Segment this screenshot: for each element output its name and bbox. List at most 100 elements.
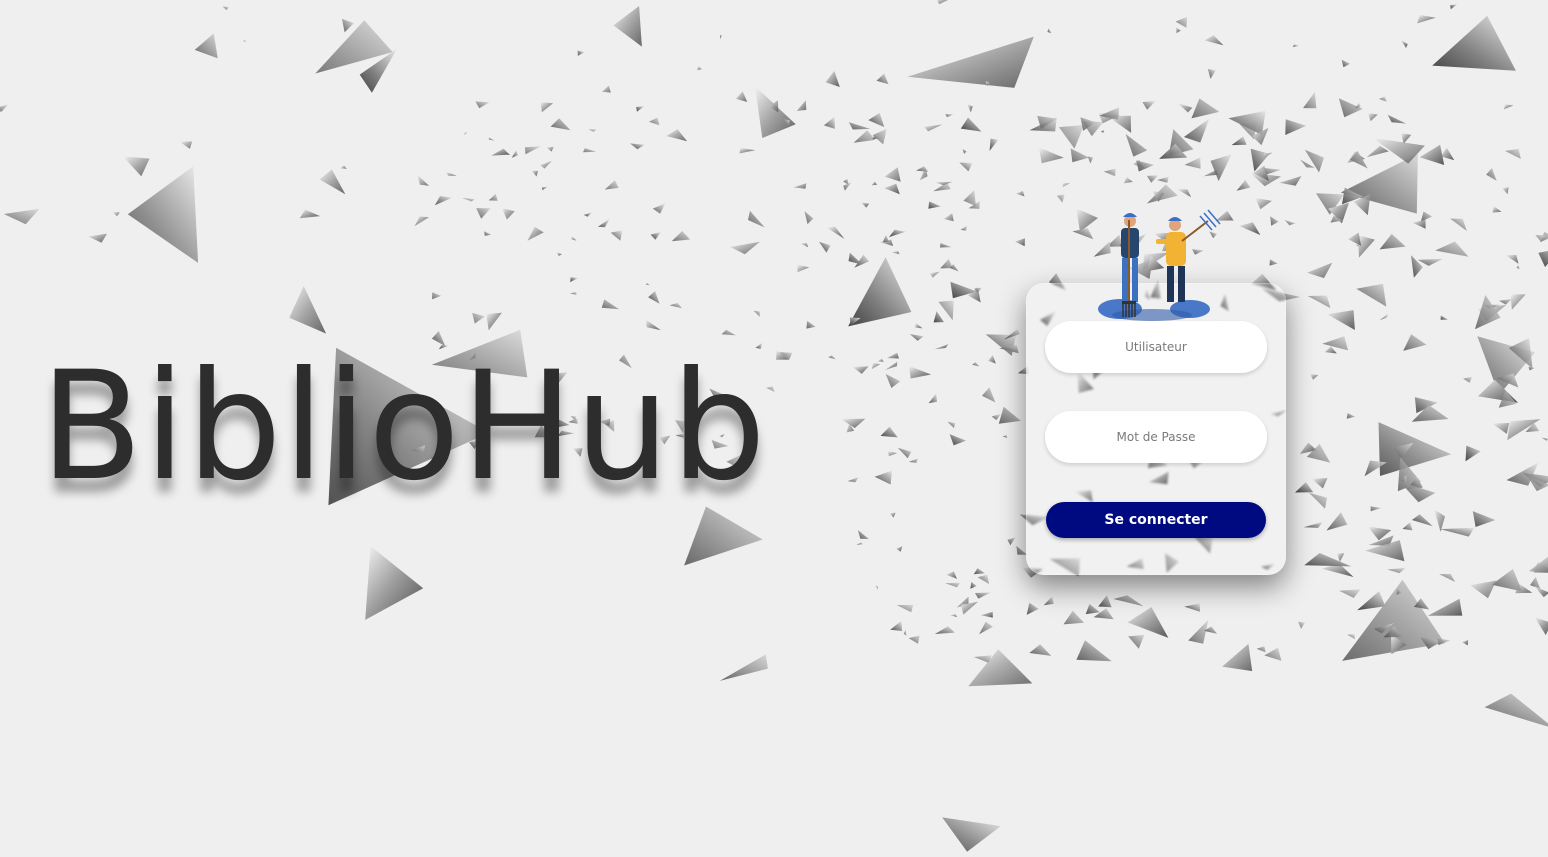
background-shard bbox=[942, 817, 1001, 852]
background-shard bbox=[1427, 598, 1463, 616]
background-shard bbox=[1338, 98, 1363, 118]
background-shard bbox=[909, 334, 924, 341]
background-shard bbox=[897, 447, 912, 459]
background-shard bbox=[981, 387, 996, 403]
background-shard bbox=[959, 162, 973, 172]
background-shard bbox=[1440, 527, 1475, 537]
background-shard bbox=[797, 264, 810, 273]
background-shard bbox=[1357, 591, 1386, 611]
background-shard bbox=[929, 271, 940, 278]
background-shard bbox=[848, 122, 871, 130]
background-shard bbox=[885, 361, 898, 371]
background-shard bbox=[887, 451, 898, 457]
background-shard bbox=[1177, 103, 1193, 113]
background-shard bbox=[884, 183, 900, 195]
background-shard bbox=[671, 231, 691, 242]
background-shard bbox=[1029, 644, 1052, 656]
background-shard bbox=[1420, 211, 1433, 222]
background-shard bbox=[472, 312, 485, 324]
background-shard bbox=[1339, 589, 1361, 598]
background-shard bbox=[684, 506, 763, 566]
background-shard bbox=[365, 546, 424, 620]
background-shard bbox=[1470, 580, 1497, 599]
background-shard bbox=[1462, 640, 1469, 646]
background-shard bbox=[1341, 59, 1351, 68]
password-input[interactable] bbox=[1045, 411, 1267, 463]
background-shard bbox=[991, 413, 1002, 421]
background-shard bbox=[666, 129, 688, 142]
background-shard bbox=[1026, 602, 1039, 615]
background-shard bbox=[243, 40, 247, 42]
background-shard bbox=[1347, 634, 1355, 640]
background-shard bbox=[1400, 39, 1408, 48]
background-shard bbox=[1285, 119, 1307, 135]
background-shard bbox=[934, 181, 953, 186]
background-shard bbox=[414, 216, 429, 227]
background-shard bbox=[1516, 265, 1520, 270]
background-shard bbox=[1231, 136, 1247, 146]
background-shard bbox=[847, 477, 859, 483]
background-shard bbox=[1303, 521, 1323, 528]
background-shard bbox=[909, 366, 932, 379]
background-shard bbox=[891, 251, 900, 255]
background-shard bbox=[852, 366, 869, 374]
background-shard bbox=[1128, 634, 1145, 649]
background-shard bbox=[980, 611, 993, 618]
background-shard bbox=[1505, 255, 1519, 264]
background-shard bbox=[796, 100, 807, 111]
username-input[interactable] bbox=[1045, 321, 1267, 373]
background-shard bbox=[541, 186, 548, 191]
background-shard bbox=[721, 329, 736, 336]
background-shard bbox=[806, 320, 816, 329]
login-button[interactable]: Se connecter bbox=[1046, 502, 1266, 538]
background-shard bbox=[1326, 512, 1348, 531]
background-shard bbox=[475, 101, 490, 109]
background-shard bbox=[826, 226, 845, 239]
background-shard bbox=[1100, 129, 1105, 133]
background-shard bbox=[630, 143, 645, 150]
background-shard bbox=[648, 291, 660, 304]
background-shard bbox=[1437, 638, 1451, 646]
background-shard bbox=[636, 106, 645, 112]
background-shard bbox=[610, 230, 623, 241]
background-shard bbox=[882, 235, 890, 243]
background-shard bbox=[570, 236, 577, 241]
background-shard bbox=[856, 542, 863, 545]
background-shard bbox=[896, 604, 914, 613]
background-shard bbox=[730, 241, 760, 255]
background-shard bbox=[1403, 334, 1427, 351]
background-shard bbox=[880, 426, 898, 438]
background-shard bbox=[1062, 183, 1070, 187]
background-shard bbox=[985, 334, 1017, 356]
background-shard bbox=[1207, 69, 1216, 79]
background-shard bbox=[1465, 445, 1481, 462]
background-shard bbox=[484, 231, 492, 236]
background-shard bbox=[1340, 153, 1418, 214]
background-shard bbox=[1269, 259, 1278, 266]
background-shard bbox=[1503, 104, 1514, 110]
background-shard bbox=[888, 229, 906, 238]
background-shard bbox=[960, 117, 982, 132]
background-shard bbox=[885, 373, 901, 388]
background-shard bbox=[804, 211, 814, 225]
background-shard bbox=[793, 183, 807, 189]
background-shard bbox=[1183, 118, 1210, 143]
background-shard bbox=[1222, 643, 1253, 672]
background-shard bbox=[601, 299, 620, 310]
background-shard bbox=[123, 156, 150, 177]
background-shard bbox=[949, 434, 967, 446]
background-shard bbox=[1348, 232, 1362, 246]
background-shard bbox=[1401, 133, 1412, 144]
background-shard bbox=[179, 141, 193, 149]
background-shard bbox=[1184, 157, 1201, 169]
background-shard bbox=[928, 393, 938, 404]
background-shard bbox=[1435, 241, 1469, 257]
background-shard bbox=[1087, 156, 1094, 164]
background-shard bbox=[890, 620, 903, 631]
background-shard bbox=[524, 146, 542, 155]
background-shard bbox=[934, 344, 949, 350]
background-shard bbox=[1264, 647, 1282, 661]
background-shard bbox=[924, 124, 943, 132]
background-shard bbox=[988, 355, 996, 364]
background-shard bbox=[1346, 413, 1355, 419]
